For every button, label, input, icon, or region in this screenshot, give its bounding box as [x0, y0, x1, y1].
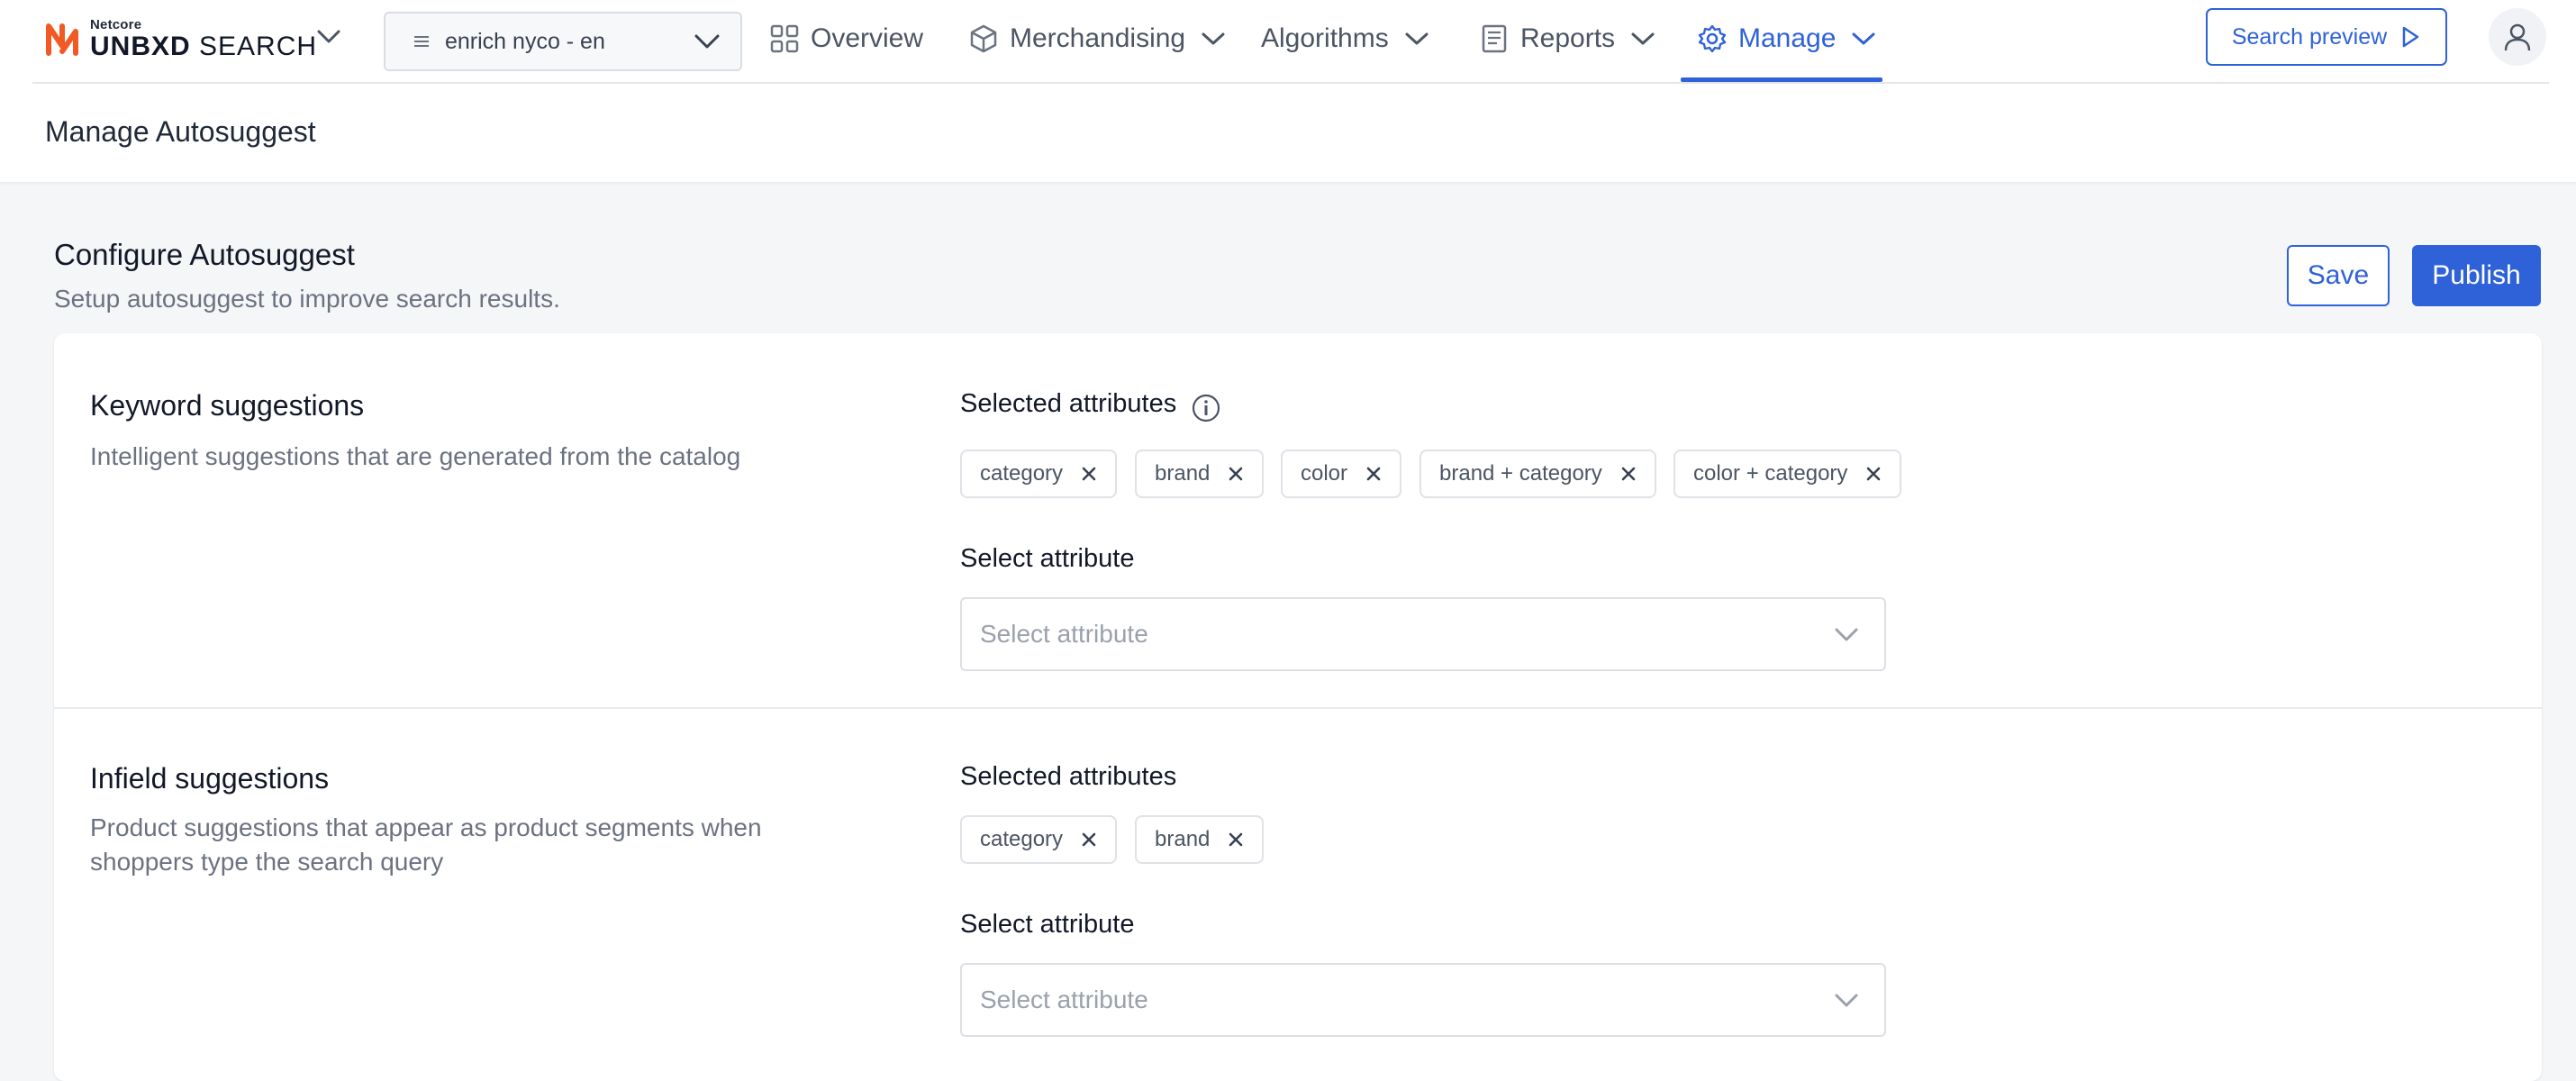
chevron-down-icon [1835, 994, 1858, 1007]
infield-select-attribute-label: Select attribute [960, 910, 1135, 939]
chevron-down-icon [1202, 32, 1225, 45]
attribute-chip: category [960, 450, 1118, 498]
infield-attribute-select[interactable]: Select attribute [960, 963, 1886, 1037]
nav-divider [32, 82, 2549, 84]
section-title: Configure Autosuggest [54, 238, 355, 271]
nav-manage-label: Manage [1738, 23, 1837, 53]
infield-selected-attributes-label: Selected attributes [960, 762, 1177, 791]
menu-lines-icon [414, 36, 429, 47]
search-preview-label: Search preview [2231, 23, 2388, 50]
user-icon [2504, 23, 2531, 51]
user-avatar-button[interactable] [2489, 8, 2546, 66]
save-button[interactable]: Save [2287, 245, 2390, 306]
nav-manage[interactable]: Manage [1697, 18, 1877, 59]
nav-reports-label: Reports [1520, 23, 1616, 53]
select-placeholder: Select attribute [980, 986, 1148, 1013]
attribute-chip: brand + category [1420, 450, 1656, 498]
report-document-icon [1482, 24, 1507, 53]
autosuggest-config-card: Keyword suggestions Intelligent suggesti… [54, 333, 2542, 1081]
netcore-unbxd-logo[interactable]: Netcore UNBXD SEARCH [43, 16, 317, 61]
gear-icon [1698, 24, 1727, 53]
chip-label: color [1301, 461, 1348, 486]
logo-brand-light: SEARCH [199, 31, 318, 61]
box-icon [970, 24, 997, 53]
keyword-suggestions-title: Keyword suggestions [90, 389, 365, 422]
netcore-logo-icon [46, 23, 78, 56]
select-placeholder: Select attribute [980, 620, 1148, 648]
close-icon[interactable] [1228, 831, 1244, 848]
nav-algorithms[interactable]: Algorithms [1261, 18, 1430, 59]
infield-suggestions-title: Infield suggestions [90, 762, 330, 795]
close-icon[interactable] [1865, 466, 1882, 482]
close-icon[interactable] [1620, 466, 1637, 482]
section-subtitle: Setup autosuggest to improve search resu… [54, 285, 560, 313]
nav-algorithms-label: Algorithms [1261, 23, 1389, 53]
keyword-suggestions-description: Intelligent suggestions that are generat… [90, 442, 741, 470]
close-icon[interactable] [1081, 466, 1097, 482]
logo-company-text: Netcore [90, 16, 142, 32]
keyword-select-attribute-label: Select attribute [960, 544, 1135, 573]
header-shadow [0, 182, 2576, 186]
info-icon[interactable] [1191, 393, 1221, 423]
nav-merchandising[interactable]: Merchandising [968, 18, 1227, 59]
chevron-down-icon [1852, 32, 1875, 45]
chip-label: color + category [1693, 461, 1848, 486]
chip-label: brand [1155, 827, 1211, 851]
close-icon[interactable] [1081, 831, 1097, 848]
nav-merchandising-label: Merchandising [1010, 23, 1186, 53]
logo-brand-bold: UNBXD [90, 31, 191, 61]
chevron-down-icon [694, 34, 720, 49]
top-navigation-bar: Netcore UNBXD SEARCH enrich nyco - en Ov… [0, 0, 2576, 182]
attribute-chip: color [1281, 450, 1402, 498]
description-line-2: shoppers type the search query [90, 848, 444, 876]
attribute-chip: brand [1135, 450, 1265, 498]
page-title: Manage Autosuggest [45, 115, 316, 148]
chevron-down-icon [1631, 32, 1655, 45]
section-divider [54, 707, 2542, 709]
grid-icon [770, 24, 799, 53]
publish-button[interactable]: Publish [2412, 245, 2541, 306]
play-icon [2402, 26, 2419, 48]
nav-reports[interactable]: Reports [1479, 18, 1656, 59]
description-line-1: Product suggestions that appear as produ… [90, 813, 762, 841]
chevron-down-icon [1835, 628, 1858, 641]
close-icon[interactable] [1365, 466, 1382, 482]
attribute-chip: color + category [1673, 450, 1902, 498]
chip-label: category [980, 827, 1064, 851]
site-selector-value: enrich nyco - en [445, 28, 605, 54]
chip-label: brand + category [1439, 461, 1602, 486]
product-switcher-chevron-icon[interactable] [315, 25, 342, 47]
keyword-attribute-select[interactable]: Select attribute [960, 597, 1886, 671]
chip-label: brand [1155, 461, 1211, 486]
close-icon[interactable] [1228, 466, 1244, 482]
site-selector-dropdown[interactable]: enrich nyco - en [384, 12, 742, 71]
chip-label: category [980, 461, 1064, 486]
chevron-down-icon [1405, 32, 1429, 45]
nav-overview-label: Overview [811, 23, 924, 53]
nav-overview[interactable]: Overview [769, 18, 923, 59]
search-preview-button[interactable]: Search preview [2206, 8, 2447, 66]
attribute-chip: category [960, 815, 1118, 864]
attribute-chip: brand [1135, 815, 1265, 864]
infield-suggestions-description: Product suggestions that appear as produ… [90, 811, 762, 879]
keyword-selected-attributes-label: Selected attributes [960, 389, 1177, 418]
